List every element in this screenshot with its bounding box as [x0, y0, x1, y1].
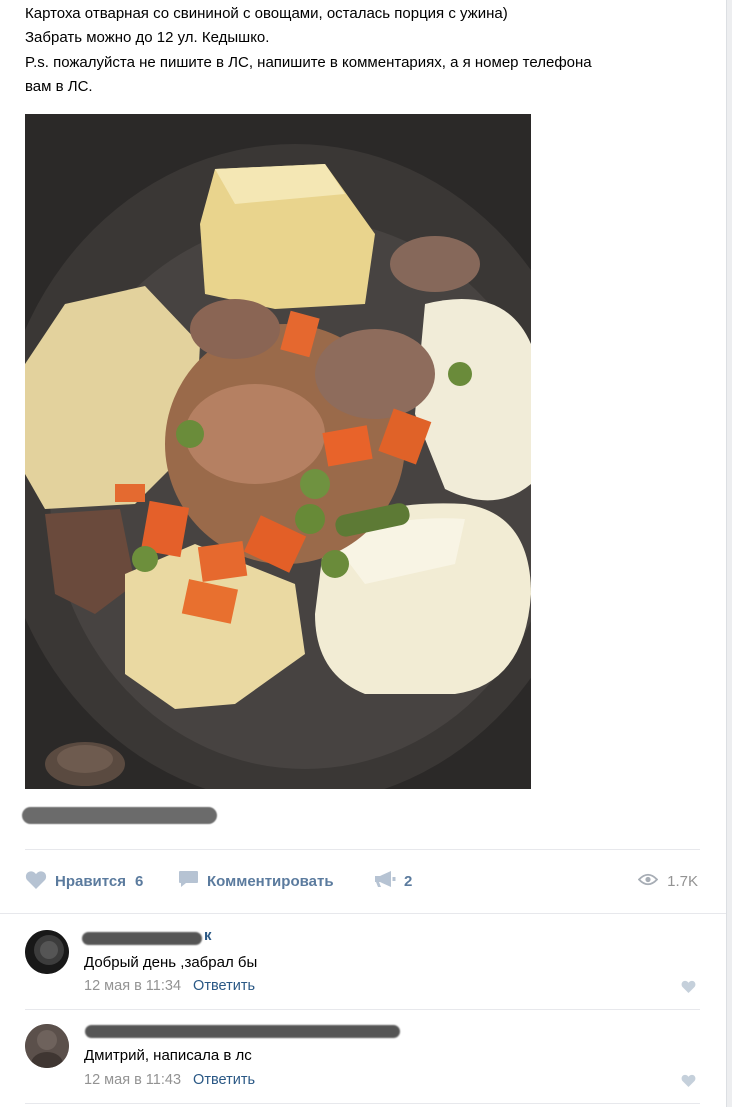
post-actions: Нравится 6 Комментировать 2 1.7K — [0, 866, 726, 896]
post-text-line: вам в ЛС. — [25, 77, 93, 95]
avatar[interactable] — [25, 1024, 69, 1068]
comment-text: Добрый день ,забрал бы — [84, 954, 258, 971]
comment-author-redacted[interactable] — [82, 932, 202, 945]
comment-time[interactable]: 12 мая в 11:34 — [84, 978, 181, 994]
comment-author-tail: к — [204, 927, 212, 944]
divider — [25, 1009, 700, 1010]
food-photo-image — [25, 114, 531, 789]
post-photo[interactable] — [25, 114, 531, 789]
heart-icon — [681, 1074, 696, 1091]
like-count: 6 — [135, 872, 144, 890]
author-signature-redacted — [22, 807, 217, 824]
post-text: Картоха отварная со свининой с овощами, … — [25, 2, 705, 99]
speech-bubble-icon — [178, 870, 199, 892]
comment-item: Дмитрий, написала в лс 12 мая в 11:43 От… — [0, 1019, 726, 1099]
comment-button[interactable]: Комментировать — [178, 866, 334, 896]
wall-post: Картоха отварная со свининой с овощами, … — [0, 0, 727, 1107]
divider — [25, 849, 700, 850]
post-text-line: P.s. пожалуйста не пишите в ЛС, напишите… — [25, 53, 592, 71]
comment-label: Комментировать — [207, 872, 334, 890]
heart-icon — [681, 980, 696, 997]
megaphone-icon — [374, 870, 396, 892]
reply-button[interactable]: Ответить — [193, 1072, 255, 1088]
comment-time[interactable]: 12 мая в 11:43 — [84, 1072, 181, 1088]
share-button[interactable]: 2 — [374, 866, 412, 896]
comment-like-button[interactable] — [681, 980, 696, 998]
share-count: 2 — [404, 872, 413, 890]
post-text-line: Забрать можно до 12 ул. Кедышко. — [25, 29, 270, 47]
comment-like-button[interactable] — [681, 1074, 696, 1092]
like-label: Нравится — [55, 872, 127, 890]
views-counter: 1.7K — [637, 866, 698, 896]
comment-text: Дмитрий, написала в лс — [84, 1047, 252, 1064]
divider — [25, 1103, 700, 1104]
post-text-line: Картоха отварная со свининой с овощами, … — [25, 5, 508, 22]
heart-icon — [25, 870, 47, 893]
avatar[interactable] — [25, 930, 69, 974]
reply-button[interactable]: Ответить — [193, 978, 255, 994]
eye-icon — [637, 873, 659, 890]
like-button[interactable]: Нравится 6 — [25, 866, 143, 896]
views-count: 1.7K — [667, 872, 698, 890]
comment-item: к Добрый день ,забрал бы 12 мая в 11:34 … — [0, 925, 726, 1005]
comment-author-redacted[interactable] — [85, 1025, 400, 1038]
comment-meta: 12 мая в 11:34 Ответить — [84, 978, 255, 994]
comment-meta: 12 мая в 11:43 Ответить — [84, 1072, 255, 1088]
divider — [0, 913, 726, 914]
